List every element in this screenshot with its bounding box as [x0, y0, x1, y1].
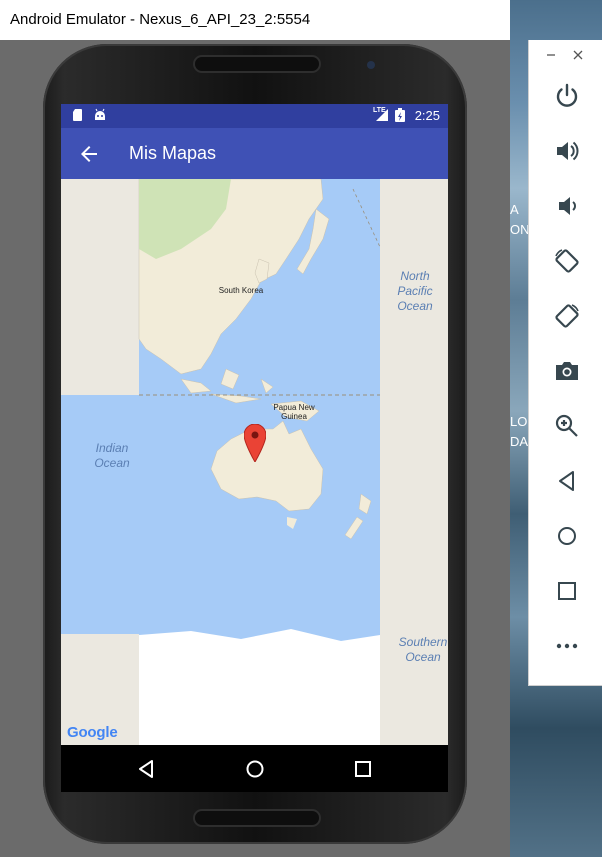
map-label-papua-new-guinea: Papua New Guinea — [273, 403, 315, 421]
desktop-text-fragment: A — [510, 202, 519, 217]
map-label-north-pacific: North Pacific Ocean — [397, 269, 433, 313]
map-marker-icon[interactable] — [244, 424, 266, 462]
overview-icon[interactable] — [553, 577, 581, 605]
map-view[interactable]: South Korea Papua New Guinea North Pacif… — [61, 179, 448, 745]
volume-up-icon[interactable] — [553, 137, 581, 165]
map-label-south-korea: South Korea — [218, 286, 264, 295]
rotate-right-icon[interactable] — [553, 302, 581, 330]
nav-home-icon[interactable] — [243, 757, 267, 781]
nav-recents-icon[interactable] — [351, 757, 375, 781]
emulator-window: Android Emulator - Nexus_6_API_23_2:5554… — [0, 0, 510, 857]
desktop-text-fragment: ON — [510, 222, 530, 237]
close-icon[interactable] — [571, 48, 585, 62]
bottom-speaker — [195, 811, 319, 825]
status-bar: LTE 2:25 — [61, 104, 448, 128]
google-logo-text: Google — [67, 724, 118, 741]
home-icon[interactable] — [553, 522, 581, 550]
volume-down-icon[interactable] — [553, 192, 581, 220]
page-title: Mis Mapas — [129, 143, 217, 163]
phone-screen: LTE 2:25 Mis Mapas South Korea Papua New… — [61, 104, 448, 792]
window-title: Android Emulator - Nexus_6_API_23_2:5554 — [10, 11, 311, 28]
more-options-icon[interactable] — [553, 632, 581, 660]
rotate-left-icon[interactable] — [553, 247, 581, 275]
power-icon[interactable] — [553, 82, 581, 110]
app-bar: Mis Mapas — [61, 128, 448, 179]
map-label-indian-ocean: Indian Ocean — [94, 441, 130, 470]
google-attribution: Google — [67, 724, 118, 741]
camera-icon[interactable] — [553, 357, 581, 385]
navigation-bar — [61, 745, 448, 792]
desktop-text-fragment: LO — [510, 414, 528, 429]
window-titlebar[interactable]: Android Emulator - Nexus_6_API_23_2:5554 — [0, 0, 510, 40]
android-debug-icon — [95, 108, 105, 120]
map-label-southern-ocean: Southern Ocean — [398, 635, 448, 664]
sd-card-icon — [73, 109, 82, 121]
top-speaker — [195, 57, 319, 71]
battery-icon — [395, 108, 405, 122]
desktop-text-fragment: DA — [510, 434, 529, 449]
nav-back-icon[interactable] — [134, 757, 158, 781]
minimize-icon[interactable] — [544, 48, 558, 62]
back-arrow-icon[interactable] — [77, 142, 101, 166]
back-icon[interactable] — [553, 467, 581, 495]
status-time: 2:25 — [414, 108, 440, 123]
cell-signal-icon — [376, 109, 388, 121]
zoom-in-icon[interactable] — [553, 412, 581, 440]
emulator-toolbar — [528, 40, 602, 686]
front-camera — [367, 61, 375, 69]
